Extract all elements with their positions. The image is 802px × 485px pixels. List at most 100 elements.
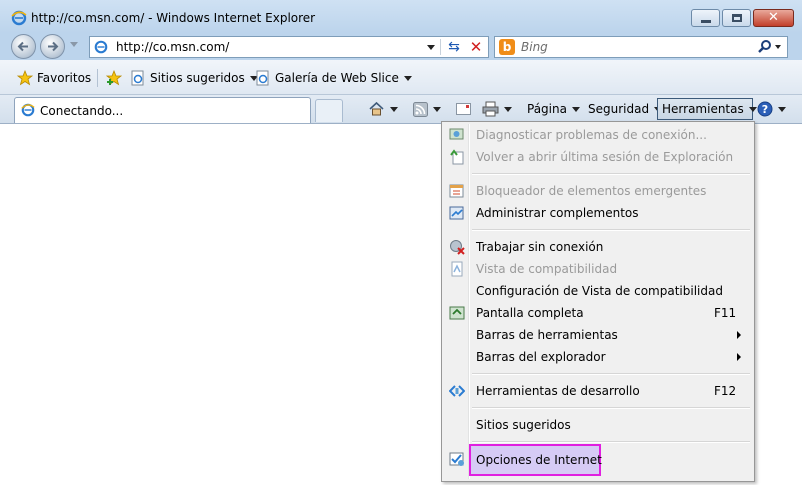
print-dropdown-icon[interactable] <box>504 106 512 112</box>
mail-icon <box>456 103 471 115</box>
forward-button[interactable] <box>40 34 65 59</box>
tab-current[interactable]: Conectando... <box>14 97 311 123</box>
menu-separator <box>472 229 750 231</box>
web-slice-gallery-button[interactable]: Galería de Web Slice <box>255 68 412 88</box>
new-tab-button[interactable] <box>315 99 343 122</box>
navigation-bar: http://co.msn.com/ ⇆ ✕ b Bing <box>0 33 802 60</box>
menu-item-label: Barras del explorador <box>476 350 606 364</box>
menu-item-compatibility-settings[interactable]: Configuración de Vista de compatibilidad <box>444 280 752 302</box>
web-slice-dropdown-icon <box>403 75 412 81</box>
favorites-button[interactable]: Favoritos <box>17 68 91 88</box>
refresh-icon[interactable]: ⇆ <box>445 38 463 56</box>
suggested-sites-button[interactable]: Sitios sugeridos <box>130 68 258 88</box>
tab-and-command-bar: Conectando... Página Seguridad Herramien… <box>0 95 802 124</box>
offline-icon <box>450 240 465 255</box>
favorites-label: Favoritos <box>37 71 92 85</box>
menu-separator <box>472 373 750 375</box>
web-slice-icon <box>256 70 269 86</box>
minimize-button[interactable] <box>691 9 720 27</box>
menu-item-shortcut: F11 <box>714 306 737 320</box>
menu-item-label: Sitios sugeridos <box>476 418 571 432</box>
tools-menu-label: Herramientas <box>662 102 744 116</box>
menu-item-full-screen[interactable]: Pantalla completa F11 <box>444 302 752 324</box>
reopen-session-icon <box>450 149 464 165</box>
title-bar: http://co.msn.com/ - Windows Internet Ex… <box>0 0 802 33</box>
stop-icon[interactable]: ✕ <box>467 38 485 56</box>
svg-text:?: ? <box>762 103 768 116</box>
rss-feed-icon <box>413 101 428 117</box>
search-options-dropdown[interactable] <box>775 45 781 49</box>
safety-menu-label: Seguridad <box>588 102 650 116</box>
internet-options-icon <box>449 452 464 466</box>
favorites-bar: Favoritos Sitios sugeridos Galería de We… <box>0 60 802 95</box>
address-dropdown-icon[interactable] <box>427 45 435 50</box>
menu-item-explorer-bars[interactable]: Barras del explorador <box>444 346 752 368</box>
menu-item-shortcut: F12 <box>714 384 737 398</box>
search-input[interactable]: Bing <box>521 40 548 54</box>
recent-pages-dropdown[interactable] <box>70 42 78 47</box>
help-dropdown-icon[interactable] <box>778 106 786 112</box>
maximize-icon <box>732 14 742 22</box>
close-window-button[interactable]: ✕ <box>753 9 794 27</box>
menu-item-popup-blocker: Bloqueador de elementos emergentes <box>444 180 752 202</box>
add-favorite-icon <box>106 70 122 86</box>
tools-menu: Diagnosticar problemas de conexión... Vo… <box>441 121 755 482</box>
maximize-button[interactable] <box>722 9 751 27</box>
tools-dropdown-icon <box>748 106 757 112</box>
close-icon: ✕ <box>768 10 779 25</box>
print-button[interactable] <box>482 98 512 120</box>
submenu-arrow-icon <box>737 353 741 361</box>
menu-item-internet-options[interactable]: Opciones de Internet <box>469 444 602 476</box>
diagnose-icon <box>449 128 464 140</box>
menu-item-compatibility-view: Vista de compatibilidad <box>444 258 752 280</box>
web-slice-gallery-label: Galería de Web Slice <box>275 71 399 85</box>
search-box[interactable]: b Bing <box>494 36 788 58</box>
safety-menu-button[interactable]: Seguridad <box>588 98 663 120</box>
search-icon[interactable] <box>757 38 773 56</box>
window-title: http://co.msn.com/ - Windows Internet Ex… <box>31 11 316 25</box>
ie-page-icon <box>21 103 35 117</box>
feeds-button[interactable] <box>413 98 441 120</box>
menu-item-label: Administrar complementos <box>476 206 639 220</box>
menu-item-toolbars[interactable]: Barras de herramientas <box>444 324 752 346</box>
menu-item-manage-addons[interactable]: Administrar complementos <box>444 202 752 224</box>
home-icon <box>369 101 384 116</box>
menu-item-diagnose-connection: Diagnosticar problemas de conexión... <box>444 124 752 146</box>
feeds-dropdown-icon[interactable] <box>433 106 441 112</box>
submenu-arrow-icon <box>737 331 741 339</box>
menu-item-label: Pantalla completa <box>476 306 584 320</box>
menu-item-label: Diagnosticar problemas de conexión... <box>476 128 707 142</box>
home-dropdown-icon[interactable] <box>390 106 398 112</box>
address-url[interactable]: http://co.msn.com/ <box>116 40 229 54</box>
page-menu-label: Página <box>527 102 567 116</box>
back-arrow-icon <box>17 41 28 52</box>
menu-item-label: Bloqueador de elementos emergentes <box>476 184 707 198</box>
menu-item-label: Opciones de Internet <box>476 453 602 467</box>
developer-tools-icon <box>449 385 465 397</box>
menu-item-developer-tools[interactable]: Herramientas de desarrollo F12 <box>444 380 752 402</box>
page-dropdown-icon <box>571 106 580 112</box>
menu-item-reopen-session: Volver a abrir última sesión de Explorac… <box>444 146 752 168</box>
fullscreen-icon <box>449 306 465 320</box>
help-button[interactable]: ? <box>757 98 786 120</box>
home-button[interactable] <box>368 98 398 120</box>
addons-icon <box>449 206 464 220</box>
add-to-favorites-bar-button[interactable] <box>106 68 126 88</box>
page-icon <box>94 40 108 54</box>
favorites-divider <box>97 69 98 87</box>
web-page-icon <box>131 70 144 86</box>
page-menu-button[interactable]: Página <box>527 98 580 120</box>
menu-item-work-offline[interactable]: Trabajar sin conexión <box>444 236 752 258</box>
suggested-sites-label: Sitios sugeridos <box>150 71 245 85</box>
address-bar[interactable]: http://co.msn.com/ ⇆ ✕ <box>89 36 489 58</box>
back-button[interactable] <box>11 34 36 59</box>
tools-menu-button[interactable]: Herramientas <box>657 98 757 120</box>
read-mail-button[interactable] <box>456 98 471 120</box>
menu-item-label: Barras de herramientas <box>476 328 618 342</box>
compatibility-icon <box>451 261 463 277</box>
bing-logo-icon: b <box>499 39 515 55</box>
address-divider <box>440 39 441 55</box>
menu-separator <box>472 407 750 409</box>
menu-item-suggested-sites[interactable]: Sitios sugeridos <box>444 414 752 436</box>
tab-label: Conectando... <box>40 104 124 118</box>
